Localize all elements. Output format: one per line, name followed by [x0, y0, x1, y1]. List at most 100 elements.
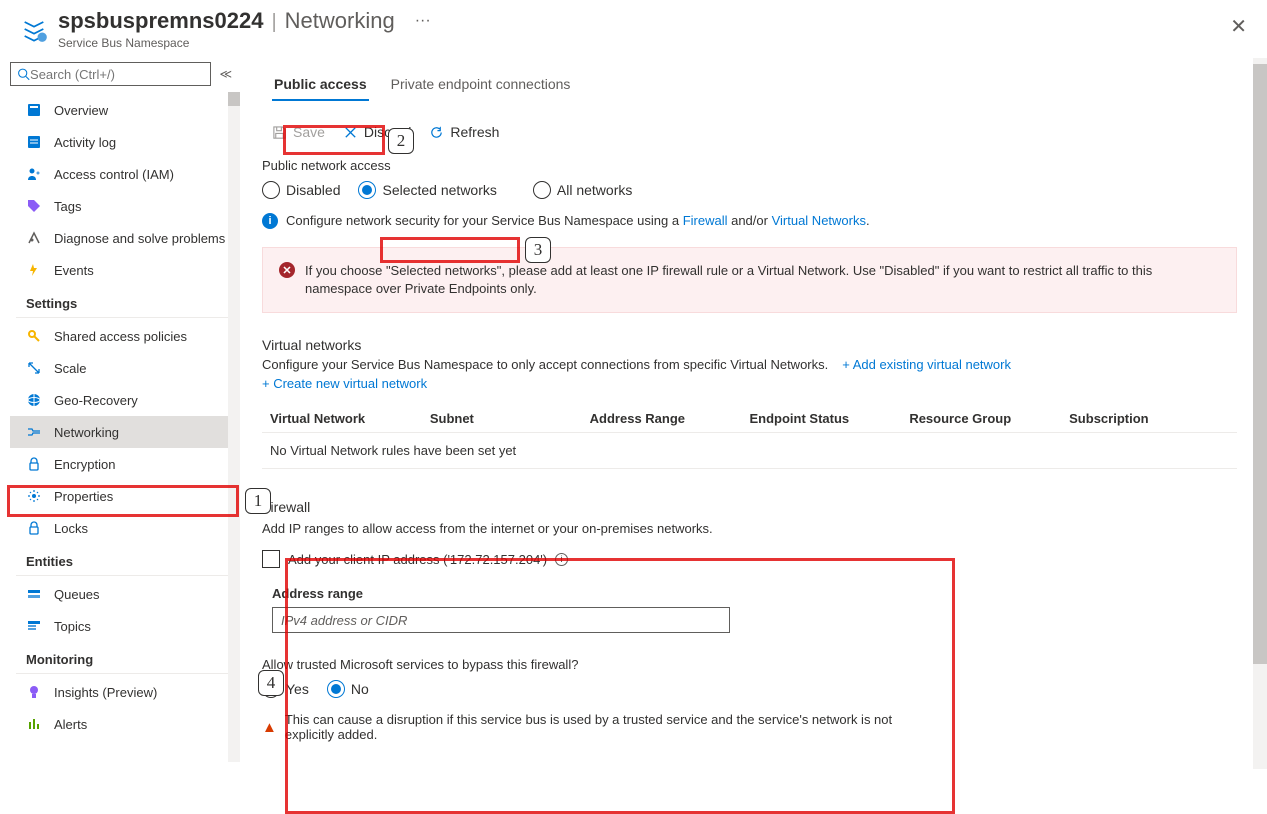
vnet-col-header: Resource Group — [909, 411, 1069, 426]
info-tooltip-icon[interactable]: i — [555, 553, 568, 566]
info-icon: i — [262, 213, 278, 229]
add-client-ip-label: Add your client IP address ('172.72.157.… — [288, 552, 547, 567]
sidebar-item-diagnose[interactable]: Diagnose and solve problems — [10, 222, 240, 254]
firewall-desc: Add IP ranges to allow access from the i… — [262, 521, 922, 536]
encryption-icon — [26, 456, 42, 472]
callout-3: 3 — [525, 237, 551, 263]
sidebar-item-access-control[interactable]: Access control (IAM) — [10, 158, 240, 190]
geo-recovery-icon — [26, 392, 42, 408]
sidebar-item-activity-log[interactable]: Activity log — [10, 126, 240, 158]
sidebar-item-label: Properties — [54, 489, 113, 504]
sidebar: ≪ Overview Activity log Access control (IA… — [0, 58, 240, 769]
vnet-col-header: Subscription — [1069, 411, 1229, 426]
sidebar-item-label: Scale — [54, 361, 87, 376]
shared-access-policies-icon — [26, 328, 42, 344]
radio-all-networks[interactable]: All networks — [533, 181, 632, 199]
save-icon — [272, 125, 287, 140]
sidebar-item-geo-recovery[interactable]: Geo-Recovery — [10, 384, 240, 416]
sidebar-item-properties[interactable]: Properties — [10, 480, 240, 512]
sidebar-scrollbar[interactable] — [228, 92, 240, 762]
sidebar-item-overview[interactable]: Overview — [10, 94, 240, 126]
sidebar-group-header: Settings — [16, 286, 234, 318]
public-access-radios: Disabled Selected networks All networks — [262, 181, 1237, 199]
sidebar-item-events[interactable]: Events — [10, 254, 240, 286]
resource-name: spsbuspremns0224 — [58, 8, 263, 34]
resource-type: Service Bus Namespace — [58, 36, 431, 50]
refresh-icon — [429, 125, 444, 140]
radio-selected-networks[interactable]: Selected networks — [358, 181, 496, 199]
sidebar-item-label: Geo-Recovery — [54, 393, 138, 408]
search-input[interactable] — [30, 67, 204, 82]
vnet-title: Virtual networks — [262, 337, 1237, 353]
sidebar-item-label: Queues — [54, 587, 100, 602]
sidebar-item-topics[interactable]: Topics — [10, 610, 240, 642]
events-icon — [26, 262, 42, 278]
radio-trusted-no[interactable]: No — [327, 680, 369, 698]
sidebar-group-header: Monitoring — [16, 642, 234, 674]
vnet-table-header: Virtual NetworkSubnetAddress RangeEndpoi… — [262, 405, 1237, 433]
warning-message: ▲ This can cause a disruption if this se… — [262, 712, 922, 742]
refresh-button[interactable]: Refresh — [429, 124, 499, 140]
address-range-input[interactable] — [272, 607, 730, 633]
sidebar-item-alerts[interactable]: Alerts — [10, 708, 240, 740]
error-message: ✕ If you choose "Selected networks", ple… — [262, 247, 1237, 313]
main-scrollbar[interactable] — [1253, 58, 1267, 769]
networking-icon — [26, 424, 42, 440]
error-icon: ✕ — [279, 262, 295, 278]
activity-log-icon — [26, 134, 42, 150]
add-existing-vnet-link[interactable]: + Add existing virtual network — [842, 357, 1011, 372]
sidebar-item-scale[interactable]: Scale — [10, 352, 240, 384]
topics-icon — [26, 618, 42, 634]
tab-public-access[interactable]: Public access — [262, 68, 379, 100]
firewall-title: Firewall — [262, 499, 922, 515]
alerts-icon — [26, 716, 42, 732]
page-name: Networking — [285, 8, 395, 34]
diagnose-icon — [26, 230, 42, 246]
sidebar-item-encryption[interactable]: Encryption — [10, 448, 240, 480]
main-content: Public access Private endpoint connectio… — [240, 58, 1267, 769]
service-bus-icon — [20, 15, 48, 43]
sidebar-item-label: Alerts — [54, 717, 87, 732]
access-control-icon — [26, 166, 42, 182]
vnet-link[interactable]: Virtual Networks — [772, 213, 866, 228]
firewall-link[interactable]: Firewall — [683, 213, 728, 228]
sidebar-item-label: Events — [54, 263, 94, 278]
tabs: Public access Private endpoint connectio… — [262, 68, 1237, 100]
tab-private-endpoint[interactable]: Private endpoint connections — [379, 68, 583, 100]
more-actions-button[interactable]: ··· — [415, 12, 431, 30]
close-button[interactable]: ✕ — [1230, 14, 1247, 39]
sidebar-item-label: Insights (Preview) — [54, 685, 157, 700]
discard-icon — [343, 125, 358, 140]
address-range-label: Address range — [272, 586, 922, 601]
sidebar-item-label: Topics — [54, 619, 91, 634]
sidebar-item-label: Networking — [54, 425, 119, 440]
overview-icon — [26, 102, 42, 118]
scale-icon — [26, 360, 42, 376]
add-client-ip-checkbox[interactable] — [262, 550, 280, 568]
warning-icon: ▲ — [262, 719, 277, 736]
sidebar-item-label: Access control (IAM) — [54, 167, 174, 182]
vnet-col-header: Endpoint Status — [749, 411, 909, 426]
sidebar-item-tags[interactable]: Tags — [10, 190, 240, 222]
create-new-vnet-link[interactable]: + Create new virtual network — [262, 376, 427, 391]
sidebar-item-shared-access-policies[interactable]: Shared access policies — [10, 320, 240, 352]
sidebar-item-networking[interactable]: Networking — [10, 416, 240, 448]
collapse-sidebar-button[interactable]: ≪ — [219, 67, 232, 81]
trusted-label: Allow trusted Microsoft services to bypa… — [262, 657, 922, 672]
sidebar-item-locks[interactable]: Locks — [10, 512, 240, 544]
radio-disabled[interactable]: Disabled — [262, 181, 340, 199]
vnet-col-header: Subnet — [430, 411, 590, 426]
sidebar-item-queues[interactable]: Queues — [10, 578, 240, 610]
search-input-wrapper[interactable] — [10, 62, 211, 86]
queues-icon — [26, 586, 42, 602]
firewall-section: Firewall Add IP ranges to allow access f… — [262, 499, 922, 742]
vnet-desc: Configure your Service Bus Namespace to … — [262, 357, 828, 372]
save-button[interactable]: Save — [272, 124, 325, 140]
public-access-label: Public network access — [262, 158, 1237, 173]
sidebar-item-label: Overview — [54, 103, 108, 118]
info-message: i Configure network security for your Se… — [262, 213, 1237, 229]
locks-icon — [26, 520, 42, 536]
sidebar-item-insights[interactable]: Insights (Preview) — [10, 676, 240, 708]
vnet-empty-row: No Virtual Network rules have been set y… — [262, 433, 1237, 469]
vnet-col-header: Address Range — [590, 411, 750, 426]
